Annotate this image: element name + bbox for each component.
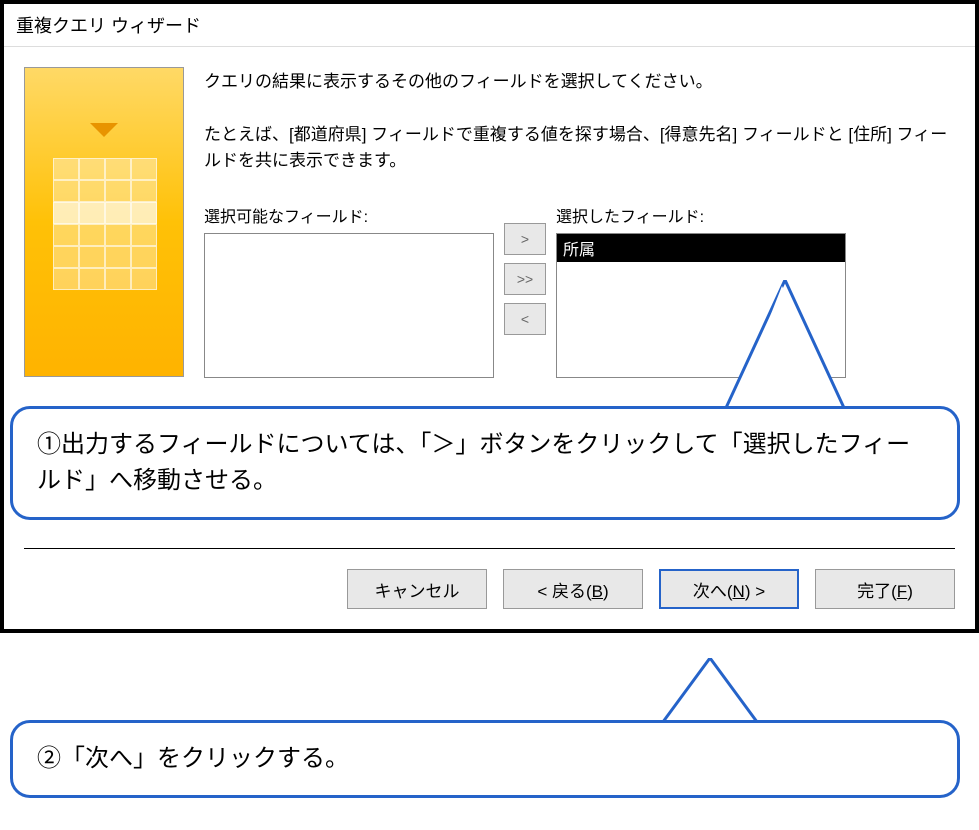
transfer-buttons: > >> <: [504, 203, 546, 378]
finish-button[interactable]: 完了(F): [815, 569, 955, 609]
callout-2-text: ②「次へ」をクリックする。: [37, 745, 349, 772]
wizard-icon: [24, 67, 184, 377]
back-button[interactable]: < 戻る(B): [503, 569, 643, 609]
list-item[interactable]: 所属: [557, 234, 845, 262]
button-row: キャンセル < 戻る(B) 次へ(N) > 完了(F): [4, 549, 975, 629]
remove-button[interactable]: <: [504, 303, 546, 335]
add-button[interactable]: >: [504, 223, 546, 255]
available-fields-list[interactable]: [204, 233, 494, 378]
callout-1: ①出力するフィールドについては、「＞」ボタンをクリックして「選択したフィールド」…: [10, 406, 960, 520]
next-button[interactable]: 次へ(N) >: [659, 569, 799, 609]
instruction-text: クエリの結果に表示するその他のフィールドを選択してください。: [204, 67, 955, 92]
add-all-button[interactable]: >>: [504, 263, 546, 295]
callout-1-text: ①出力するフィールドについては、「＞」ボタンをクリックして「選択したフィールド」…: [37, 431, 910, 494]
example-text: たとえば、[都道府県] フィールドで重複する値を探す場合、[得意先名] フィール…: [204, 122, 955, 173]
window-title: 重複クエリ ウィザード: [4, 4, 975, 47]
available-fields-label: 選択可能なフィールド:: [204, 203, 494, 227]
cancel-button[interactable]: キャンセル: [347, 569, 487, 609]
selected-fields-label: 選択したフィールド:: [556, 203, 846, 227]
callout-2: ②「次へ」をクリックする。: [10, 720, 960, 798]
